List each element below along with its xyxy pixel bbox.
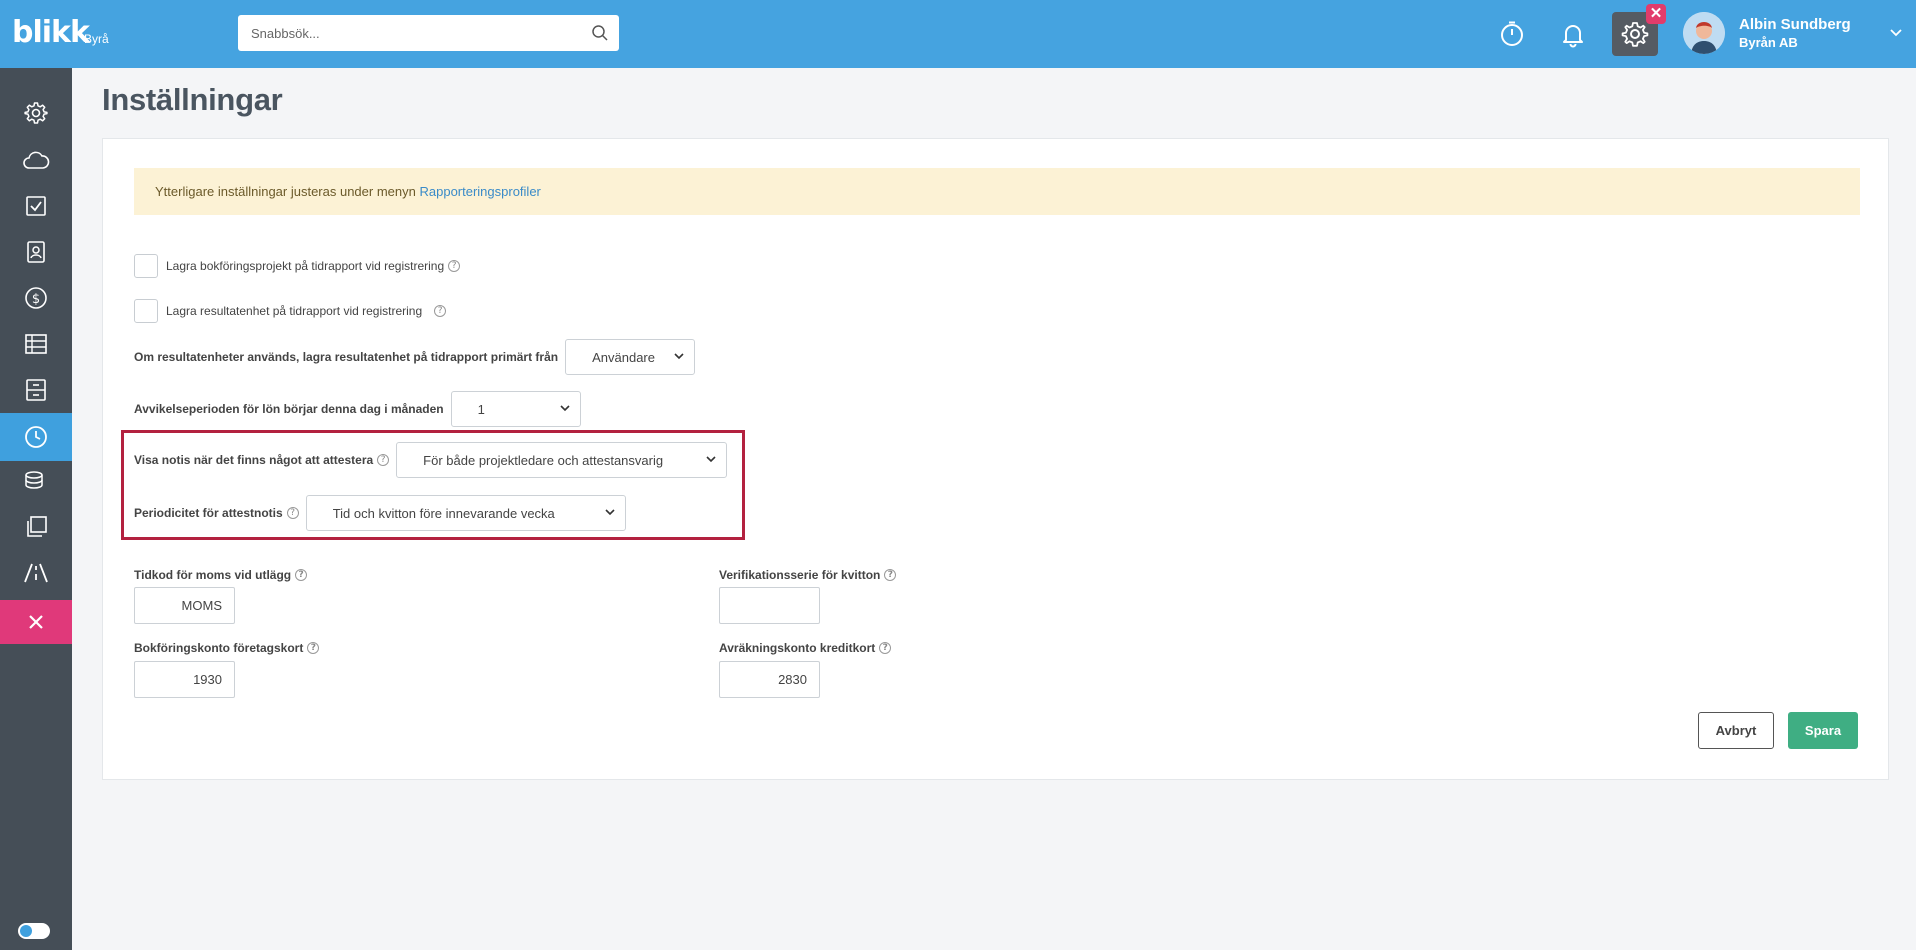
save-button[interactable]: Spara (1788, 712, 1858, 749)
avatar[interactable] (1683, 12, 1725, 54)
chevron-down-icon (560, 405, 570, 412)
store-project-label: Lagra bokföringsprojekt på tidrapport vi… (166, 259, 445, 273)
stopwatch-icon[interactable] (1494, 16, 1530, 52)
result-unit-source-label: Om resultatenheter används, lagra result… (134, 350, 559, 364)
sidebar-item-finance[interactable]: $ (0, 276, 72, 320)
archive-icon (26, 379, 46, 401)
vat-timecode-label-text: Tidkod för moms vid utlägg (134, 568, 292, 582)
company-card-account-input[interactable] (134, 661, 235, 698)
clock-icon (25, 426, 47, 448)
coins-icon (25, 471, 43, 489)
verification-series-input[interactable] (719, 587, 820, 624)
dollar-icon: $ (25, 287, 47, 309)
result-unit-source-value: Användare (592, 349, 655, 365)
setting-deviation-period: Avvikelseperioden för lön börjar denna d… (134, 391, 581, 427)
verification-series-label-text: Verifikationsserie för kvitton (719, 568, 881, 582)
vat-timecode-input[interactable] (134, 587, 235, 624)
credit-card-account-input[interactable] (719, 661, 820, 698)
table-icon (25, 334, 47, 354)
store-project-checkbox[interactable] (134, 254, 158, 278)
gear-icon (1621, 22, 1649, 47)
sidebar-item-time[interactable] (0, 413, 72, 461)
page-title: Inställningar (102, 82, 283, 117)
help-icon[interactable]: ? (448, 260, 461, 272)
sidebar-item-close[interactable] (0, 600, 72, 644)
sidebar-item-mileage[interactable] (0, 551, 72, 595)
sidebar-item-tasks[interactable] (0, 184, 72, 228)
credit-card-account-label-text: Avräkningskonto kreditkort (719, 641, 876, 655)
sidebar-item-cloud[interactable] (0, 138, 72, 182)
sidebar-item-invoicing[interactable] (0, 459, 72, 503)
sidebar-item-contacts[interactable] (0, 230, 72, 274)
copy-icon (27, 516, 47, 537)
store-result-unit-label: Lagra resultatenhet på tidrapport vid re… (166, 304, 423, 318)
road-icon (24, 563, 48, 583)
deviation-period-select[interactable]: 1 (450, 391, 581, 427)
help-icon[interactable]: ? (295, 569, 308, 581)
logo[interactable]: blikk (12, 15, 90, 50)
sidebar: $ (0, 68, 72, 950)
company-card-account-label-text: Bokföringskonto företagskort (134, 641, 304, 655)
search-icon[interactable] (591, 24, 609, 47)
company-card-account-label: Bokföringskonto företagskort ? (134, 641, 320, 655)
close-badge[interactable]: ✕ (1646, 4, 1666, 24)
theme-toggle[interactable] (18, 923, 50, 939)
deviation-period-label: Avvikelseperioden för lön börjar denna d… (134, 402, 444, 416)
sidebar-item-archive[interactable] (0, 368, 72, 412)
reporting-profiles-link[interactable]: Rapporteringsprofiler (419, 184, 540, 199)
quick-search (238, 15, 619, 51)
bell-icon[interactable] (1555, 16, 1591, 52)
credit-card-account-label: Avräkningskonto kreditkort ? (719, 641, 892, 655)
user-company[interactable]: Byrån AB (1739, 35, 1798, 50)
verification-series-label: Verifikationsserie för kvitton ? (719, 568, 897, 582)
contacts-icon (27, 241, 45, 263)
gear-icon (24, 102, 48, 124)
logo-subtitle: Byrå (84, 32, 109, 46)
checkbox-icon (26, 196, 46, 216)
sidebar-item-settings[interactable] (0, 91, 72, 135)
cloud-icon (23, 151, 50, 169)
result-unit-source-select[interactable]: Användare (565, 339, 696, 375)
help-icon[interactable]: ? (879, 642, 892, 654)
deviation-period-value: 1 (477, 401, 485, 417)
help-icon[interactable]: ? (884, 569, 897, 581)
alert-text: Ytterligare inställningar justeras under… (155, 184, 416, 199)
vat-timecode-label: Tidkod för moms vid utlägg ? (134, 568, 308, 582)
setting-result-unit-source: Om resultatenheter används, lagra result… (134, 339, 696, 375)
setting-store-project: Lagra bokföringsprojekt på tidrapport vi… (134, 254, 461, 278)
close-icon (29, 615, 43, 629)
chevron-down-icon (674, 353, 684, 360)
top-bar: blikk Byrå ✕ Albin Sundberg Byrån AB (0, 0, 1916, 68)
info-alert: Ytterligare inställningar justeras under… (134, 168, 1860, 215)
help-icon[interactable]: ? (307, 642, 320, 654)
highlight-frame (121, 430, 745, 540)
help-icon[interactable]: ? (434, 305, 447, 317)
setting-store-result-unit: Lagra resultatenhet på tidrapport vid re… (134, 299, 447, 323)
search-input[interactable] (238, 15, 568, 51)
sidebar-item-documents[interactable] (0, 505, 72, 549)
svg-text:$: $ (32, 292, 40, 307)
chevron-down-icon[interactable] (1890, 24, 1902, 42)
cancel-button[interactable]: Avbryt (1698, 712, 1774, 749)
user-name[interactable]: Albin Sundberg (1739, 16, 1851, 33)
store-result-unit-checkbox[interactable] (134, 299, 158, 323)
sidebar-item-reports[interactable] (0, 322, 72, 366)
